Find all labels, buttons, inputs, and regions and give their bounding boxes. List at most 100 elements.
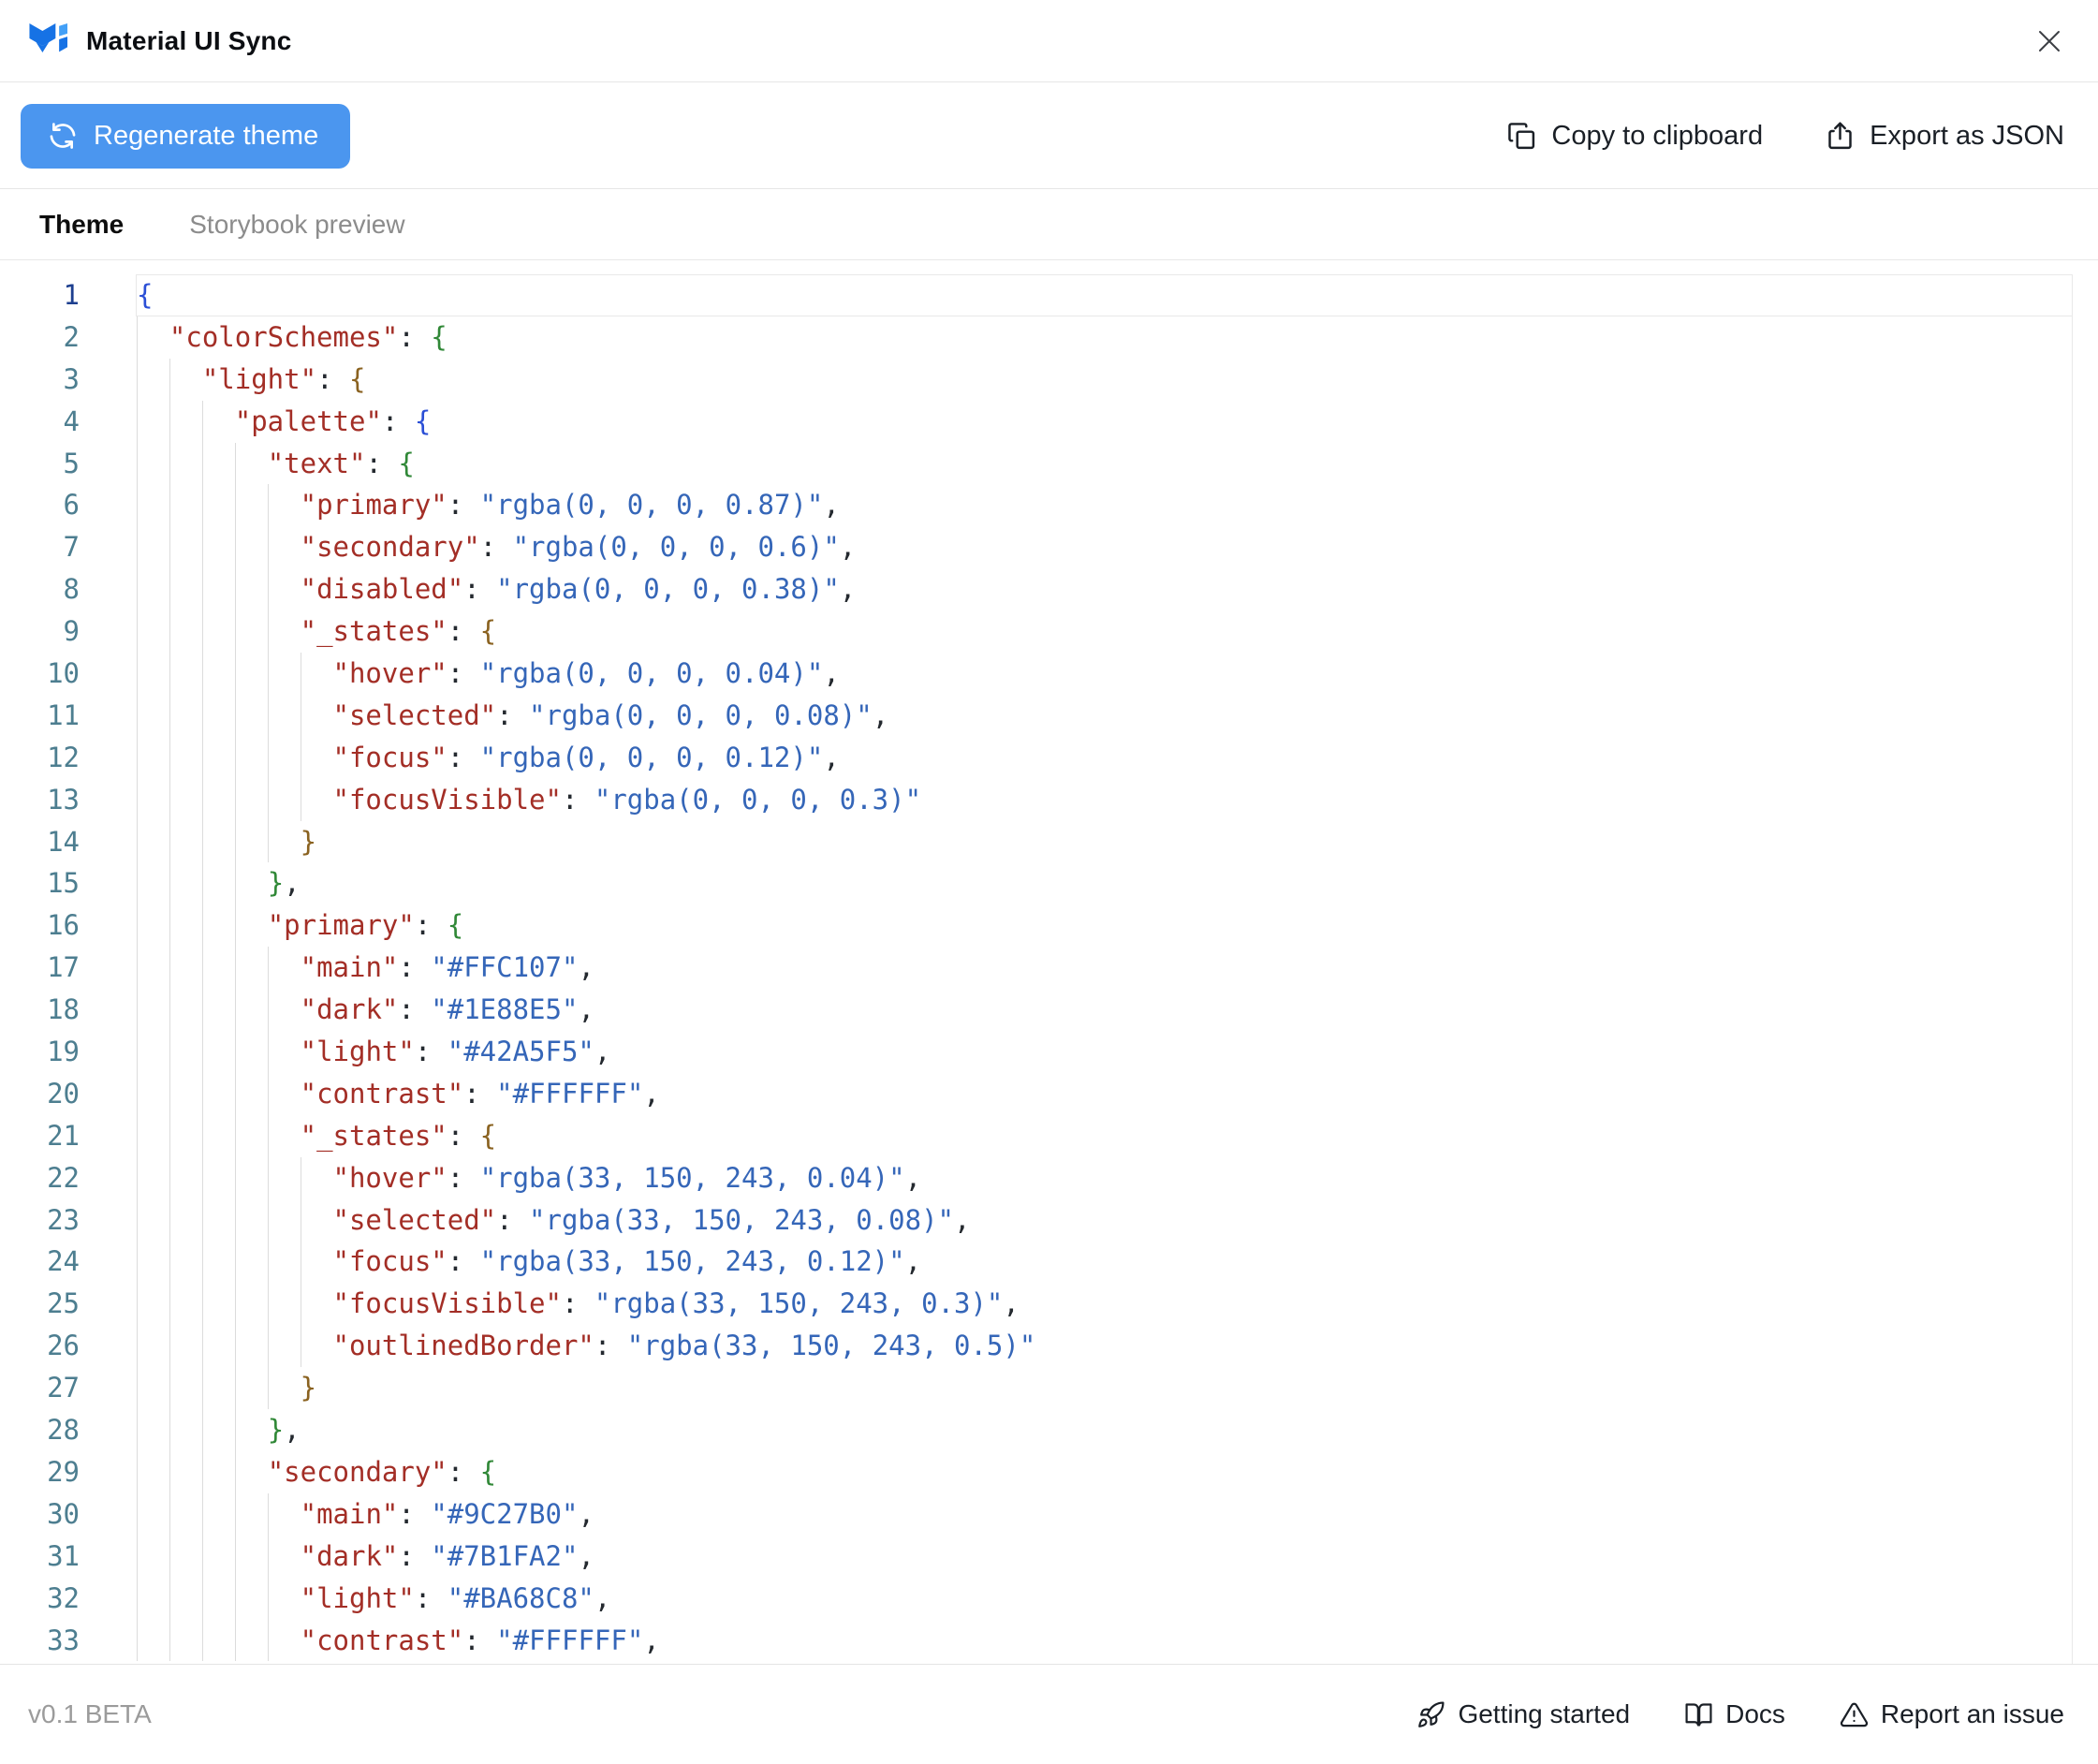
copy-to-clipboard-button[interactable]: Copy to clipboard (1506, 121, 1763, 152)
indent-guide (169, 1115, 170, 1157)
code-line-24[interactable]: 24 "focus": "rgba(33, 150, 243, 0.12)", (0, 1241, 2072, 1283)
code-content[interactable]: "secondary": "rgba(0, 0, 0, 0.6)", (137, 526, 2072, 568)
code-line-30[interactable]: 30 "main": "#9C27B0", (0, 1493, 2072, 1536)
code-line-2[interactable]: 2 "colorSchemes": { (0, 316, 2072, 359)
tab-storybook-preview[interactable]: Storybook preview (189, 210, 404, 240)
indent-guide (169, 653, 170, 695)
code-line-33[interactable]: 33 "contrast": "#FFFFFF", (0, 1620, 2072, 1662)
code-content[interactable]: "contrast": "#FFFFFF", (137, 1073, 2072, 1115)
indent-guide (169, 443, 170, 485)
code-content[interactable]: "main": "#9C27B0", (137, 1493, 2072, 1536)
indent-guide (137, 443, 138, 485)
code-line-26[interactable]: 26 "outlinedBorder": "rgba(33, 150, 243,… (0, 1325, 2072, 1367)
code-content[interactable]: "focus": "rgba(0, 0, 0, 0.12)", (137, 737, 2072, 779)
code-line-11[interactable]: 11 "selected": "rgba(0, 0, 0, 0.08)", (0, 695, 2072, 737)
line-number: 26 (0, 1325, 80, 1367)
code-content[interactable]: }, (137, 1409, 2072, 1451)
code-content[interactable]: "main": "#FFC107", (137, 947, 2072, 989)
code-content[interactable]: "focusVisible": "rgba(0, 0, 0, 0.3)" (137, 779, 2072, 821)
code-line-28[interactable]: 28 }, (0, 1409, 2072, 1451)
editor-scrollbar-gutter[interactable] (2072, 274, 2073, 1664)
token-key: "_states" (301, 615, 447, 647)
code-line-31[interactable]: 31 "dark": "#7B1FA2", (0, 1536, 2072, 1578)
indent-guide (137, 695, 138, 737)
code-line-19[interactable]: 19 "light": "#42A5F5", (0, 1031, 2072, 1073)
code-content[interactable]: }, (137, 862, 2072, 904)
getting-started-link[interactable]: Getting started (1416, 1699, 1630, 1729)
getting-started-label: Getting started (1458, 1699, 1630, 1729)
code-content[interactable]: "focus": "rgba(33, 150, 243, 0.12)", (137, 1241, 2072, 1283)
code-line-21[interactable]: 21 "_states": { (0, 1115, 2072, 1157)
indent-guide (235, 1199, 236, 1242)
code-line-17[interactable]: 17 "main": "#FFC107", (0, 947, 2072, 989)
token-p: : (398, 993, 431, 1025)
indent-guide (202, 1620, 203, 1662)
code-line-6[interactable]: 6 "primary": "rgba(0, 0, 0, 0.87)", (0, 484, 2072, 526)
code-content[interactable]: "_states": { (137, 1115, 2072, 1157)
code-line-7[interactable]: 7 "secondary": "rgba(0, 0, 0, 0.6)", (0, 526, 2072, 568)
code-line-8[interactable]: 8 "disabled": "rgba(0, 0, 0, 0.38)", (0, 568, 2072, 610)
window-header: Material UI Sync (0, 0, 2098, 82)
code-line-22[interactable]: 22 "hover": "rgba(33, 150, 243, 0.04)", (0, 1157, 2072, 1199)
code-line-18[interactable]: 18 "dark": "#1E88E5", (0, 989, 2072, 1031)
code-content[interactable]: "outlinedBorder": "rgba(33, 150, 243, 0.… (137, 1325, 2072, 1367)
code-content[interactable]: } (137, 821, 2072, 863)
code-line-1[interactable]: 1{ (0, 274, 2072, 316)
version-badge: v0.1 BETA (28, 1699, 152, 1729)
code-line-27[interactable]: 27 } (0, 1367, 2072, 1409)
code-line-9[interactable]: 9 "_states": { (0, 610, 2072, 653)
code-line-25[interactable]: 25 "focusVisible": "rgba(33, 150, 243, 0… (0, 1283, 2072, 1325)
code-line-5[interactable]: 5 "text": { (0, 443, 2072, 485)
indent-guide (235, 1031, 236, 1073)
code-line-16[interactable]: 16 "primary": { (0, 904, 2072, 947)
code-content[interactable]: "primary": "rgba(0, 0, 0, 0.87)", (137, 484, 2072, 526)
code-content[interactable]: "colorSchemes": { (137, 316, 2072, 359)
code-line-12[interactable]: 12 "focus": "rgba(0, 0, 0, 0.12)", (0, 737, 2072, 779)
code-content[interactable]: "light": "#BA68C8", (137, 1578, 2072, 1620)
token-key: "contrast" (301, 1078, 464, 1110)
code-line-14[interactable]: 14 } (0, 821, 2072, 863)
tab-theme[interactable]: Theme (39, 210, 124, 240)
code-line-13[interactable]: 13 "focusVisible": "rgba(0, 0, 0, 0.3)" (0, 779, 2072, 821)
code-line-15[interactable]: 15 }, (0, 862, 2072, 904)
indent-guide (235, 653, 236, 695)
code-content[interactable]: { (137, 274, 2072, 316)
copy-to-clipboard-label: Copy to clipboard (1551, 121, 1763, 152)
export-as-json-button[interactable]: Export as JSON (1825, 121, 2064, 152)
code-content[interactable]: "hover": "rgba(33, 150, 243, 0.04)", (137, 1157, 2072, 1199)
code-content[interactable]: "palette": { (137, 401, 2072, 443)
code-content[interactable]: "light": "#42A5F5", (137, 1031, 2072, 1073)
code-content[interactable]: "focusVisible": "rgba(33, 150, 243, 0.3)… (137, 1283, 2072, 1325)
indent-guide (137, 1325, 138, 1367)
report-issue-link[interactable]: Report an issue (1840, 1699, 2064, 1729)
code-content[interactable]: "contrast": "#FFFFFF", (137, 1620, 2072, 1662)
code-line-32[interactable]: 32 "light": "#BA68C8", (0, 1578, 2072, 1620)
code-content[interactable]: "secondary": { (137, 1451, 2072, 1493)
docs-link[interactable]: Docs (1684, 1699, 1785, 1729)
theme-json-editor[interactable]: 1{2 "colorSchemes": {3 "light": {4 "pale… (0, 261, 2098, 1664)
code-content[interactable]: "hover": "rgba(0, 0, 0, 0.04)", (137, 653, 2072, 695)
code-content[interactable]: "selected": "rgba(33, 150, 243, 0.08)", (137, 1199, 2072, 1242)
code-content[interactable]: "primary": { (137, 904, 2072, 947)
code-line-10[interactable]: 10 "hover": "rgba(0, 0, 0, 0.04)", (0, 653, 2072, 695)
code-line-23[interactable]: 23 "selected": "rgba(33, 150, 243, 0.08)… (0, 1199, 2072, 1242)
code-lines: 1{2 "colorSchemes": {3 "light": {4 "pale… (0, 274, 2072, 1661)
regenerate-theme-button[interactable]: Regenerate theme (21, 104, 350, 169)
code-line-29[interactable]: 29 "secondary": { (0, 1451, 2072, 1493)
sync-icon (47, 120, 79, 152)
line-number: 28 (0, 1409, 80, 1451)
code-line-4[interactable]: 4 "palette": { (0, 401, 2072, 443)
code-content[interactable]: "disabled": "rgba(0, 0, 0, 0.38)", (137, 568, 2072, 610)
code-content[interactable]: "light": { (137, 359, 2072, 401)
code-content[interactable]: } (137, 1367, 2072, 1409)
code-content[interactable]: "dark": "#7B1FA2", (137, 1536, 2072, 1578)
code-content[interactable]: "dark": "#1E88E5", (137, 989, 2072, 1031)
code-content[interactable]: "_states": { (137, 610, 2072, 653)
token-p: , (840, 531, 856, 563)
code-content[interactable]: "text": { (137, 443, 2072, 485)
code-line-20[interactable]: 20 "contrast": "#FFFFFF", (0, 1073, 2072, 1115)
indent-guide (137, 1115, 138, 1157)
code-content[interactable]: "selected": "rgba(0, 0, 0, 0.08)", (137, 695, 2072, 737)
code-line-3[interactable]: 3 "light": { (0, 359, 2072, 401)
close-button[interactable] (2029, 21, 2070, 62)
